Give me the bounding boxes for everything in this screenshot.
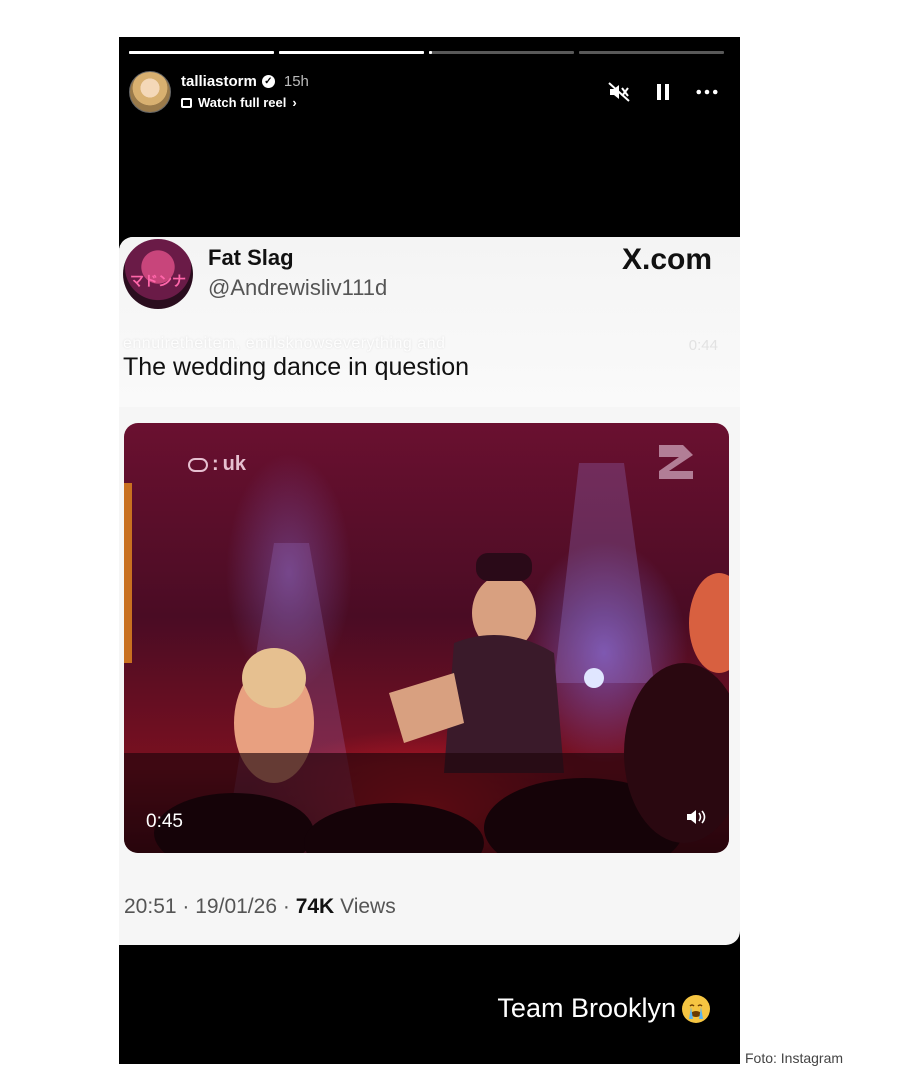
- video-duration: 0:45: [146, 811, 183, 832]
- channel-logo-icon: [188, 457, 208, 472]
- tweet-video[interactable]: : uk 0:45: [124, 423, 729, 853]
- speaker-icon[interactable]: [685, 808, 707, 831]
- tweet-text: The wedding dance in question: [123, 353, 470, 381]
- story-caption: Team Brooklyn: [497, 993, 710, 1024]
- reel-icon: [181, 97, 192, 108]
- channel-watermark: : uk: [188, 453, 246, 476]
- video-frame: [124, 463, 729, 853]
- tweet-meta: 20:51 · 19/01/26 · 74K Views: [124, 895, 396, 918]
- tweet-date: 19/01/26: [195, 895, 277, 918]
- progress-segment: [579, 51, 724, 54]
- tv-logo-icon: [659, 445, 693, 479]
- post-time: 15h: [283, 73, 309, 90]
- verified-icon: ✓: [261, 75, 275, 88]
- story-header: talliastorm ✓ 15h Watch full reel ›: [129, 71, 724, 115]
- overlay-ghost-text: ennuiretheitem, emilsknowseverything and: [123, 335, 446, 352]
- more-icon[interactable]: [696, 81, 718, 103]
- photo-credit: Foto: Instagram: [745, 1050, 844, 1066]
- overlay-ghost-time: 0:44: [688, 337, 718, 354]
- site-label: X.com: [621, 243, 712, 276]
- username[interactable]: talliastorm ✓ 15h: [181, 73, 309, 90]
- instagram-story: talliastorm ✓ 15h Watch full reel › マドンナ…: [119, 37, 740, 1064]
- progress-segment: [129, 51, 274, 54]
- caption-text: Team Brooklyn: [497, 993, 676, 1023]
- avatar[interactable]: [129, 71, 171, 113]
- tweet-avatar-text: マドンナ: [130, 273, 186, 289]
- views-count: 74K: [295, 895, 335, 918]
- chevron-right-icon: ›: [292, 95, 297, 110]
- story-controls: [608, 81, 718, 103]
- crying-face-icon: [682, 994, 710, 1023]
- muted-speaker-icon[interactable]: [608, 81, 630, 103]
- progress-segment: [279, 51, 424, 54]
- tweet-avatar[interactable]: マドンナ: [123, 239, 193, 309]
- tweet-display-name[interactable]: Fat Slag: [208, 245, 294, 271]
- watch-full-reel-label: Watch full reel: [198, 95, 287, 110]
- tweet-handle[interactable]: @Andrewisliv111d: [208, 275, 387, 301]
- tweet-card[interactable]: マドンナ Fat Slag @Andrewisliv111d X.com enn…: [119, 237, 740, 945]
- pause-icon[interactable]: [652, 81, 674, 103]
- channel-name: uk: [222, 453, 247, 475]
- watch-full-reel-link[interactable]: Watch full reel ›: [181, 95, 297, 110]
- progress-segment: [429, 51, 574, 54]
- username-text[interactable]: talliastorm: [181, 73, 257, 90]
- story-progress: [129, 51, 724, 54]
- tweet-time: 20:51: [124, 895, 177, 918]
- views-label: Views: [340, 895, 396, 918]
